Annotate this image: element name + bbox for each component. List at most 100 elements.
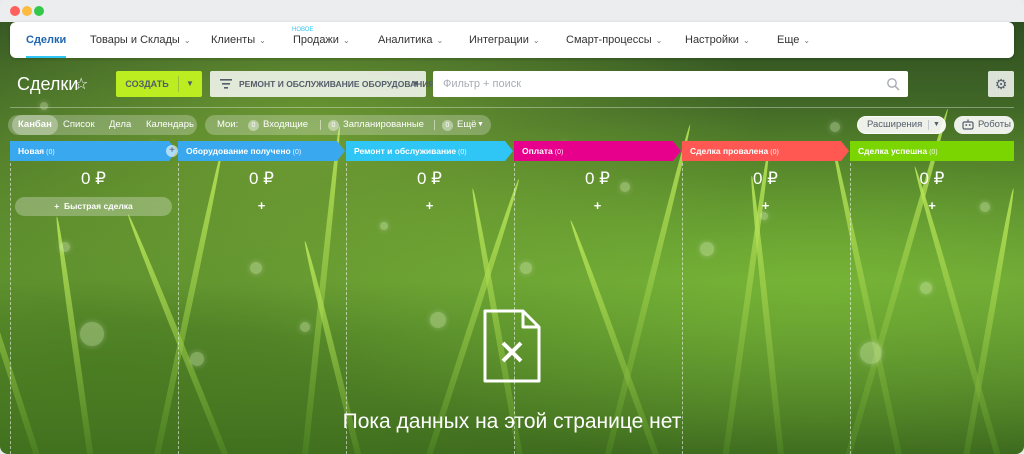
nav-item-label: Аналитика (378, 34, 433, 46)
nav-item-label: Продажи (293, 34, 339, 46)
tab-kanban[interactable]: Канбан (12, 115, 58, 135)
chevron-down-icon: ⌄ (742, 36, 750, 45)
stage-title: Сделка успешна (858, 146, 928, 156)
stage-count: (0) (458, 149, 467, 156)
nav-item-settings[interactable]: Настройки ⌄ (685, 22, 750, 58)
nav-item-products[interactable]: Товары и Склады ⌄ (90, 22, 191, 58)
view-switcher: Канбан Список Дела Календарь (8, 115, 197, 135)
gear-icon: ⚙ (994, 76, 1008, 92)
nav-item-label: Интеграции (469, 34, 529, 46)
column-total: 0 ₽ (753, 169, 778, 188)
nav-item-analytics[interactable]: Аналитика ⌄ (378, 22, 443, 58)
activity-counters: Мои: 0 Входящие 0 Запланированные 0 Ещё … (205, 115, 491, 135)
close-window-button[interactable] (10, 6, 20, 16)
stage-count: (0) (292, 149, 302, 156)
chevron-down-icon: ▼ (412, 79, 420, 88)
stage-title: Новая (18, 146, 45, 156)
nav-item-label: Сделки (26, 34, 67, 46)
maximize-window-button[interactable] (34, 6, 44, 16)
counter-more[interactable]: Ещё (457, 115, 476, 135)
stage-header[interactable]: Сделка провалена (0) (682, 141, 849, 161)
dew-drop (860, 342, 882, 364)
stage-header[interactable]: Оборудование получено (0) (178, 141, 345, 161)
chevron-down-icon[interactable]: ▼ (477, 115, 484, 135)
stage-title: Оплата (522, 146, 553, 156)
dew-drop (520, 262, 532, 274)
nav-item-sales[interactable]: Продажи ⌄ (293, 22, 350, 58)
divider (320, 120, 321, 130)
pipeline-selector[interactable]: РЕМОНТ И ОБСЛУЖИВАНИЕ ОБОРУДОВАНИЯ ▼ (210, 71, 435, 97)
search-input[interactable] (433, 71, 873, 97)
column-total: 0 ₽ (81, 169, 106, 188)
nav-item-label: Смарт-процессы (566, 34, 652, 46)
filter-icon (220, 79, 232, 89)
column-divider (10, 163, 11, 454)
column-total: 0 ₽ (585, 169, 610, 188)
chevron-down-icon: ⌄ (655, 36, 663, 45)
nav-item-deals[interactable]: Сделки (26, 22, 67, 58)
nav-item-label: Настройки (685, 34, 739, 46)
chevron-down-icon: ⌄ (532, 36, 540, 45)
search-bar (433, 71, 908, 97)
add-stage-icon[interactable]: + (166, 145, 178, 157)
add-deal-button[interactable]: + (850, 199, 1014, 213)
stage-title: Оборудование получено (186, 146, 291, 156)
counters-title: Мои: (217, 119, 239, 130)
chevron-down-icon: ⌄ (183, 36, 191, 45)
dew-drop (430, 312, 446, 328)
counter-badge: 0 (442, 120, 453, 131)
chevron-down-icon: ⌄ (803, 36, 811, 45)
grass-blade (0, 187, 46, 454)
dew-drop (250, 262, 262, 274)
nav-item-clients[interactable]: Клиенты ⌄ (211, 22, 266, 58)
settings-button[interactable]: ⚙ (988, 71, 1014, 97)
empty-state-message: Пока данных на этой странице нет (342, 410, 682, 433)
empty-document-icon (483, 309, 541, 383)
chevron-down-icon: ⌄ (259, 36, 266, 45)
nav-item-smart-processes[interactable]: Смарт-процессы ⌄ (566, 22, 662, 58)
search-icon[interactable] (886, 77, 900, 91)
counter-badge: 0 (248, 120, 259, 131)
add-deal-button[interactable]: + (346, 199, 513, 213)
dew-drop (920, 282, 932, 294)
stage-header[interactable]: Ремонт и обслуживание (0) (346, 141, 513, 161)
nav-item-label: Еще (777, 34, 800, 46)
column-total: 0 ₽ (249, 169, 274, 188)
top-navigation: Сделки Товары и Склады ⌄ Клиенты ⌄ НОВОЕ П… (10, 22, 1014, 58)
extensions-label: Расширения (867, 119, 923, 130)
pipeline-label: РЕМОНТ И ОБСЛУЖИВАНИЕ ОБОРУДОВАНИЯ (239, 79, 435, 89)
minimize-window-button[interactable] (22, 6, 32, 16)
counter-incoming[interactable]: Входящие (263, 115, 308, 135)
stage-name: Новая (0) (18, 141, 55, 163)
counter-planned[interactable]: Запланированные (343, 115, 424, 135)
stage-name: Ремонт и обслуживание (0) (354, 141, 467, 163)
create-button[interactable]: СОЗДАТЬ ▼ (116, 71, 202, 97)
quick-deal-button[interactable]: + Быстрая сделка (15, 197, 172, 216)
dew-drop (40, 102, 48, 110)
stage-name: Оплата (0) (522, 141, 563, 163)
nav-item-label: Клиенты (211, 34, 256, 46)
chevron-down-icon[interactable]: ▼ (933, 117, 940, 133)
stage-header[interactable]: Сделка успешна (0) (850, 141, 1014, 161)
dew-drop (80, 322, 104, 346)
stage-header[interactable]: Новая (0) + (10, 141, 178, 163)
chevron-down-icon: ⌄ (342, 36, 350, 45)
create-button-label: СОЗДАТЬ (125, 79, 169, 89)
robot-icon (962, 119, 974, 130)
robots-button[interactable]: Роботы (954, 116, 1014, 134)
nav-item-more[interactable]: Еще ⌄ (777, 22, 810, 58)
stage-title: Сделка провалена (690, 146, 769, 156)
stage-header[interactable]: Оплата (0) (514, 141, 681, 161)
chevron-down-icon[interactable]: ▼ (178, 71, 202, 97)
add-deal-button[interactable]: + (682, 199, 849, 213)
stage-title: Ремонт и обслуживание (354, 146, 457, 156)
add-deal-button[interactable]: + (178, 199, 345, 213)
add-deal-button[interactable]: + (514, 199, 681, 213)
extensions-button[interactable]: Расширения ▼ (857, 116, 946, 134)
stage-name: Сделка провалена (0) (690, 141, 779, 163)
tab-activities[interactable]: Дела (109, 115, 131, 135)
tab-list[interactable]: Список (63, 115, 95, 135)
star-icon[interactable]: ☆ (74, 74, 88, 94)
tab-calendar[interactable]: Календарь (146, 115, 194, 135)
nav-item-integrations[interactable]: Интеграции ⌄ (469, 22, 540, 58)
